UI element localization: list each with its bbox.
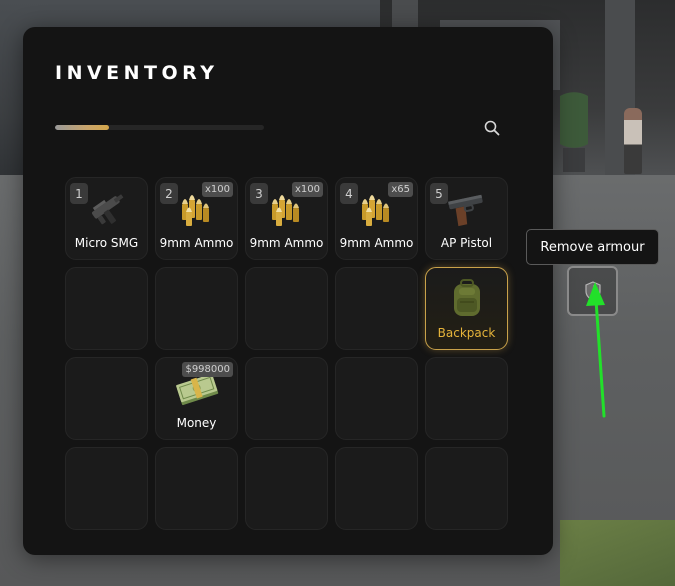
inventory-slot-empty[interactable] xyxy=(65,447,148,530)
inventory-grid: 1 Micro SMG 2 x100 9mm Ammo 3 x100 9mm A… xyxy=(65,177,508,530)
armour-button[interactable] xyxy=(567,266,618,316)
inventory-slot-empty[interactable] xyxy=(65,357,148,440)
remove-armour-tooltip: Remove armour xyxy=(526,229,659,265)
inventory-slot-backpack[interactable]: Backpack xyxy=(425,267,508,350)
item-label: 9mm Ammo xyxy=(159,236,234,250)
inventory-slot-empty[interactable] xyxy=(425,357,508,440)
micro-smg-icon xyxy=(84,186,130,232)
background-plant-pot xyxy=(563,148,585,172)
item-count-badge: x65 xyxy=(388,182,413,197)
item-label: 9mm Ammo xyxy=(339,236,414,250)
inventory-slot-empty[interactable] xyxy=(155,447,238,530)
inventory-slot-empty[interactable] xyxy=(425,447,508,530)
inventory-slot-empty[interactable] xyxy=(155,267,238,350)
backpack-icon xyxy=(444,276,490,322)
weight-bar-fill xyxy=(55,125,110,130)
item-label: Money xyxy=(176,416,217,430)
item-label: 9mm Ammo xyxy=(249,236,324,250)
search-button[interactable] xyxy=(481,117,503,139)
inventory-slot-9mm-ammo[interactable]: 4 x65 9mm Ammo xyxy=(335,177,418,260)
inventory-slot-9mm-ammo[interactable]: 2 x100 9mm Ammo xyxy=(155,177,238,260)
item-label: AP Pistol xyxy=(440,236,493,250)
inventory-slot-empty[interactable] xyxy=(245,447,328,530)
item-count-badge: x100 xyxy=(201,182,233,197)
weight-bar xyxy=(55,125,264,130)
item-label: Backpack xyxy=(437,326,496,340)
pistol-icon xyxy=(444,186,490,232)
shield-icon xyxy=(584,281,601,301)
item-count-badge: x100 xyxy=(291,182,323,197)
background-pedestrian xyxy=(624,108,642,174)
search-icon xyxy=(484,120,500,136)
inventory-slot-money[interactable]: $998000 Money xyxy=(155,357,238,440)
inventory-slot-empty[interactable] xyxy=(245,357,328,440)
inventory-slot-micro-smg[interactable]: 1 Micro SMG xyxy=(65,177,148,260)
inventory-slot-empty[interactable] xyxy=(245,267,328,350)
inventory-title: INVENTORY xyxy=(55,62,219,84)
inventory-slot-empty[interactable] xyxy=(335,267,418,350)
background-lawn xyxy=(560,520,675,586)
inventory-slot-9mm-ammo[interactable]: 3 x100 9mm Ammo xyxy=(245,177,328,260)
inventory-slot-ap-pistol[interactable]: 5 AP Pistol xyxy=(425,177,508,260)
item-label: Micro SMG xyxy=(74,236,139,250)
item-count-badge: $998000 xyxy=(182,362,233,377)
inventory-slot-empty[interactable] xyxy=(65,267,148,350)
inventory-slot-empty[interactable] xyxy=(335,357,418,440)
inventory-slot-empty[interactable] xyxy=(335,447,418,530)
inventory-panel: INVENTORY 1 Micro SMG 2 x100 9mm Ammo 3 … xyxy=(23,27,553,555)
